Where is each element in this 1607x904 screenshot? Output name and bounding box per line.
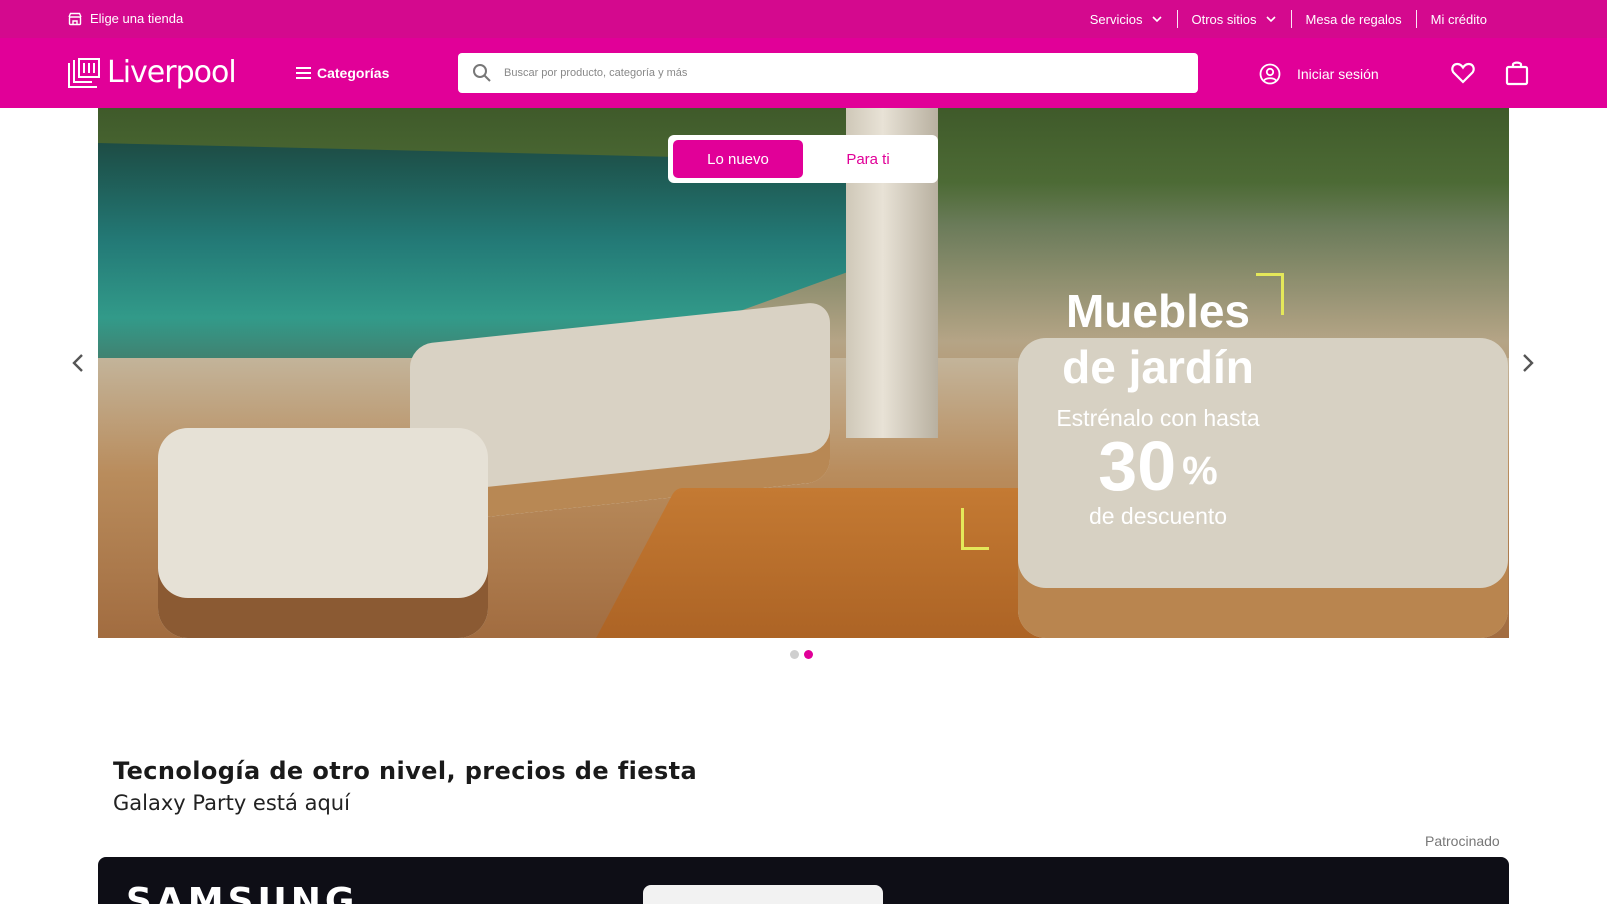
samsung-banner[interactable]: SAMSUNG: [98, 857, 1509, 904]
categories-label: Categorías: [317, 65, 390, 81]
hero-discount-label: de descuento: [1088, 503, 1228, 529]
chevron-down-icon: [1151, 16, 1162, 23]
services-menu[interactable]: Servicios: [1076, 10, 1178, 28]
user-icon: [1259, 63, 1281, 85]
section-subtitle: Galaxy Party está aquí: [113, 791, 350, 815]
services-label: Servicios: [1089, 11, 1143, 27]
hero-banner[interactable]: Lo nuevo Para ti Muebles de jardín Estré…: [98, 108, 1509, 638]
my-credit-link[interactable]: Mi crédito: [1417, 10, 1487, 28]
login-label: Iniciar sesión: [1297, 66, 1379, 82]
bag-icon[interactable]: [1505, 60, 1529, 86]
menu-icon: [296, 67, 311, 79]
tab-lo-nuevo[interactable]: Lo nuevo: [673, 140, 803, 178]
login-button[interactable]: Iniciar sesión: [1259, 63, 1379, 85]
choose-store-label: Elige una tienda: [90, 11, 184, 26]
liverpool-logo[interactable]: Liverpool: [67, 55, 237, 90]
carousel-dots: [790, 650, 813, 659]
hero-headline-line2: de jardín: [1062, 341, 1254, 393]
logo-text: Liverpool: [107, 55, 237, 90]
carousel-dot-active[interactable]: [804, 650, 813, 659]
search-input[interactable]: [504, 67, 1164, 79]
search-icon: [473, 64, 491, 82]
carousel-dot[interactable]: [790, 650, 799, 659]
hero-headline-line1: Muebles: [1065, 285, 1251, 337]
search-bar[interactable]: [458, 53, 1198, 93]
carousel-prev-icon[interactable]: [70, 352, 86, 374]
sponsored-label: Patrocinado: [1425, 833, 1500, 849]
section-title: Tecnología de otro nivel, precios de fie…: [113, 757, 698, 785]
hero-image-chair: [158, 428, 488, 638]
feed-toggle: Lo nuevo Para ti: [668, 135, 938, 183]
store-icon: [68, 12, 82, 25]
discount-value: 30: [1098, 427, 1177, 505]
percent-sign: %: [1182, 449, 1218, 493]
gift-registry-link[interactable]: Mesa de regalos: [1292, 10, 1417, 28]
categories-button[interactable]: Categorías: [296, 65, 389, 81]
top-utility-bar: Elige una tienda Servicios Otros sitios …: [0, 0, 1607, 38]
hero-promo-text: Muebles de jardín Estrénalo con hasta 30…: [978, 283, 1338, 530]
main-header: Liverpool Categorías Iniciar sesión: [0, 38, 1607, 108]
gift-registry-label: Mesa de regalos: [1305, 11, 1402, 27]
logo-mark-icon: [68, 57, 100, 88]
other-sites-menu[interactable]: Otros sitios: [1178, 10, 1292, 28]
tab-para-ti[interactable]: Para ti: [803, 140, 933, 178]
hero-discount: 30%: [978, 431, 1338, 503]
top-links: Servicios Otros sitios Mesa de regalos M…: [1076, 0, 1487, 38]
device-image: [643, 885, 883, 904]
carousel-next-icon[interactable]: [1520, 352, 1536, 374]
my-credit-label: Mi crédito: [1430, 11, 1487, 27]
other-sites-label: Otros sitios: [1191, 11, 1257, 27]
heart-icon[interactable]: [1450, 60, 1476, 86]
samsung-brand-text: SAMSUNG: [126, 881, 359, 904]
choose-store-link[interactable]: Elige una tienda: [68, 11, 183, 26]
chevron-down-icon: [1265, 16, 1276, 23]
